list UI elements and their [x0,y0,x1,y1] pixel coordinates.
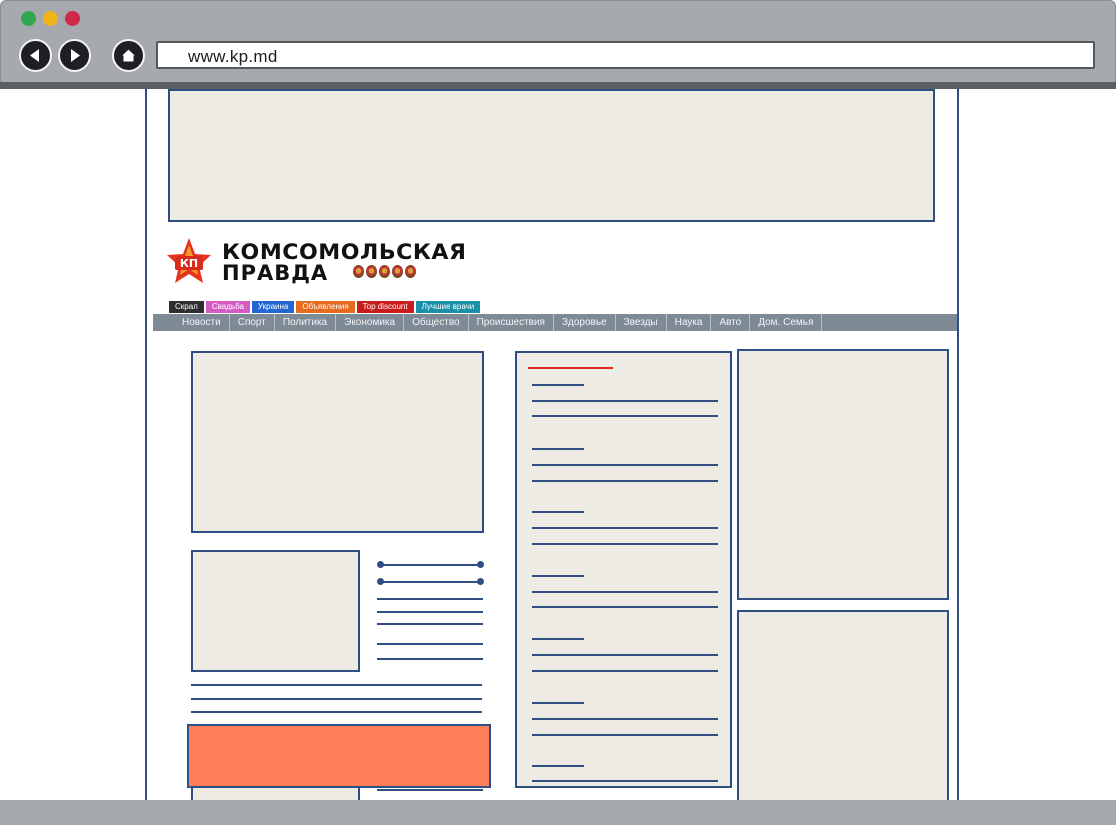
top-banner-placeholder[interactable] [168,89,935,222]
nav-menu-item[interactable]: Экономика [336,314,405,331]
kp-logo-icon[interactable]: КП [166,237,212,289]
section-tab[interactable]: Скрал [169,301,204,313]
nav-menu-item[interactable]: Политика [275,314,337,331]
medal-icon [392,265,403,278]
maximize-window-button[interactable] [21,11,36,26]
nav-menu-item[interactable]: Здоровье [554,314,616,331]
text-line [191,698,482,700]
medal-icon [405,265,416,278]
section-tab[interactable]: Объявления [296,301,355,313]
nav-menu-item[interactable]: Новости [174,314,230,331]
section-tab[interactable]: Свадьба [205,301,250,313]
news-headline-line[interactable] [532,670,718,672]
section-tab[interactable]: Top discount [356,301,414,313]
browser-window: www.kp.md КП КОМСОМОЛЬСКАЯ ПРАВДА Скрал С… [0,0,1116,825]
news-headline-line[interactable] [532,464,718,466]
sidebar-ad-placeholder[interactable] [737,610,949,803]
text-line [191,711,482,713]
text-line [377,658,483,660]
medal-icon [379,265,390,278]
url-text: www.kp.md [188,47,278,66]
lead-story-image-placeholder[interactable] [191,351,484,533]
arrow-left-icon [30,49,39,62]
nav-menu-item[interactable]: Спорт [230,314,275,331]
bullet-icon [477,578,484,585]
news-headline-line[interactable] [532,415,718,417]
news-feed-heading-line [528,367,613,369]
logo-name-line2[interactable]: ПРАВДА [222,263,328,284]
logo-badge-text: КП [180,257,198,270]
news-headline-line[interactable] [532,543,718,545]
bullet-icon [477,561,484,568]
address-bar[interactable]: www.kp.md [156,41,1095,69]
nav-menu-item[interactable]: Происшествия [469,314,554,331]
text-line [377,643,483,645]
news-time-line [532,575,584,577]
news-time-line [532,638,584,640]
ad-banner-placeholder[interactable] [187,724,491,788]
news-time-line [532,448,584,450]
text-line [377,789,483,791]
text-line [377,598,483,600]
order-medals [353,265,416,278]
section-tabs: Скрал Свадьба Украина Объявления Top discoun… [169,301,481,313]
home-button[interactable] [112,39,145,72]
section-tab[interactable]: Украина [251,301,295,313]
news-headline-line[interactable] [532,780,718,782]
news-headline-line[interactable] [532,718,718,720]
section-tab[interactable]: Лучшие врачи [415,301,481,313]
nav-menu-item[interactable]: Звезды [616,314,667,331]
nav-menu-item[interactable]: Наука [667,314,712,331]
sidebar-ad-placeholder[interactable] [737,349,949,600]
toolbar-divider [0,82,1116,89]
news-headline-line[interactable] [532,734,718,736]
news-headline-line[interactable] [532,591,718,593]
text-line [377,623,483,625]
news-headline-line[interactable] [532,480,718,482]
news-time-line [532,702,584,704]
medal-icon [353,265,364,278]
medal-icon [366,265,377,278]
news-time-line [532,511,584,513]
close-window-button[interactable] [65,11,80,26]
back-button[interactable] [19,39,52,72]
news-time-line [532,765,584,767]
nav-menu-item[interactable]: Дом. Семья [750,314,823,331]
news-headline-line[interactable] [532,400,718,402]
forward-button[interactable] [58,39,91,72]
nav-menu-item[interactable]: Общество [404,314,469,331]
browser-status-bar [0,800,1116,825]
minimize-window-button[interactable] [43,11,58,26]
headline-link-line[interactable] [380,581,481,583]
text-line [377,611,483,613]
news-headline-line[interactable] [532,654,718,656]
headline-link-line[interactable] [380,564,481,566]
news-headline-line[interactable] [532,606,718,608]
nav-menu-item[interactable]: Авто [711,314,751,331]
browser-toolbar: www.kp.md [0,0,1116,88]
news-time-line [532,384,584,386]
arrow-right-icon [71,49,80,62]
text-line [191,684,482,686]
home-icon [119,48,138,63]
logo-name-line1[interactable]: КОМСОМОЛЬСКАЯ [222,242,467,263]
secondary-story-image-placeholder[interactable] [191,550,360,672]
news-headline-line[interactable] [532,527,718,529]
main-navigation: Новости Спорт Политика Экономика Общество Про… [153,314,957,331]
